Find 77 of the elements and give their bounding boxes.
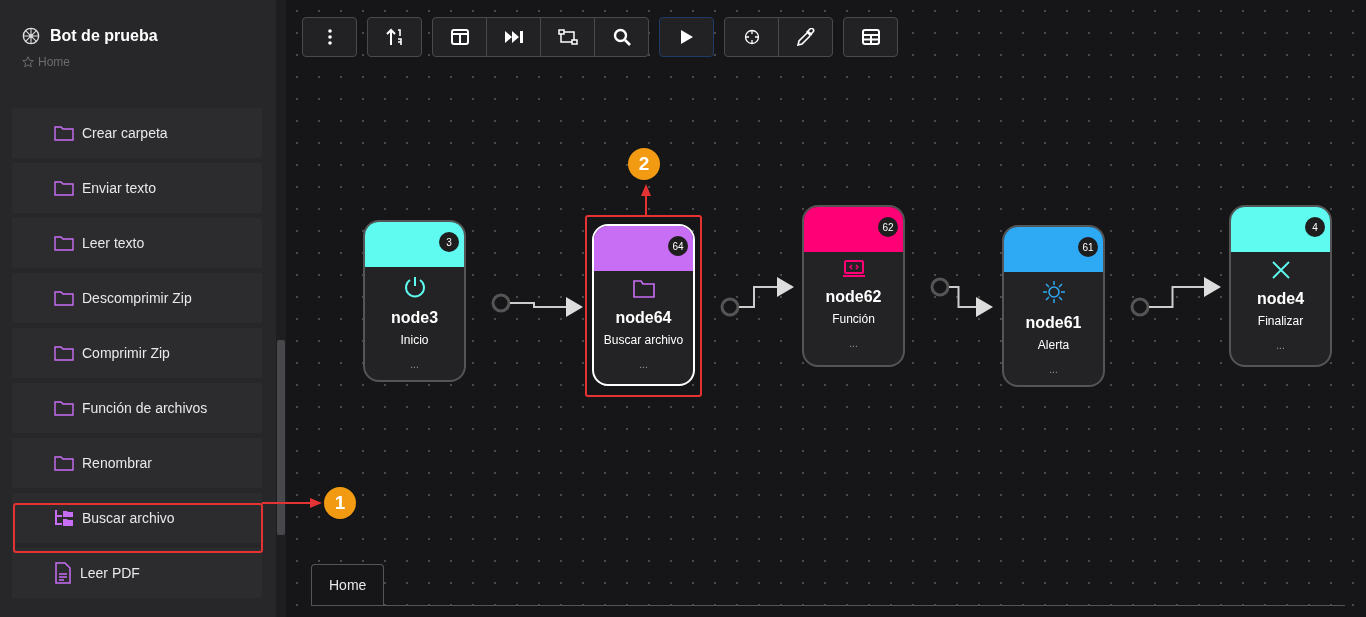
fast-forward-icon (503, 30, 524, 44)
crosshair-icon (743, 29, 760, 45)
node-name: node4 (1256, 290, 1305, 308)
more-icon (327, 29, 332, 45)
node-badge: 3 (439, 232, 459, 252)
annotation-arrow (641, 184, 651, 216)
node-label: Inicio (400, 333, 429, 347)
folder-icon (54, 290, 74, 306)
toolbar-button[interactable] (594, 17, 649, 57)
folder-tree-icon (54, 509, 74, 527)
folder-icon (54, 455, 74, 471)
columns-icon (450, 29, 469, 45)
sidebar-item[interactable]: Función de archivos (12, 383, 262, 433)
step-number: 2 (628, 148, 660, 180)
node-more: ... (1276, 340, 1285, 351)
toolbar-button[interactable] (486, 17, 541, 57)
folder-icon (54, 235, 74, 251)
node-badge: 64 (668, 236, 688, 256)
document-icon (54, 562, 72, 584)
node-name: node62 (825, 288, 882, 306)
toolbar-button[interactable] (659, 17, 714, 57)
node-badge: 4 (1305, 217, 1325, 237)
folder-icon (54, 180, 74, 196)
power-icon (402, 275, 427, 299)
table-icon (861, 29, 880, 45)
folder-icon (54, 345, 74, 361)
flow-node[interactable]: 3 node3 Inicio ... (363, 220, 466, 382)
star-icon (22, 56, 34, 68)
node-name: node64 (615, 309, 672, 327)
flow-node[interactable]: 62 node62 Función ... (802, 205, 905, 367)
search-icon (612, 28, 631, 46)
flow-node[interactable]: 64 node64 Buscar archivo ... (592, 224, 695, 386)
node-badge: 61 (1078, 237, 1098, 257)
node-badge: 62 (878, 217, 898, 237)
sidebar-item[interactable]: Leer texto (12, 218, 262, 268)
scrollbar-thumb[interactable] (277, 340, 285, 535)
tab[interactable]: Home (311, 564, 385, 605)
sidebar-item[interactable]: Buscar archivo (12, 493, 262, 543)
sidebar-item[interactable]: Comprimir Zip (12, 328, 262, 378)
sidebar-item[interactable]: Leer PDF (12, 548, 262, 598)
sort-icon (385, 28, 404, 46)
toolbar-button[interactable] (778, 17, 833, 57)
folder-icon (631, 279, 656, 299)
toolbar-button[interactable] (367, 17, 422, 57)
node-more: ... (1049, 364, 1058, 375)
node-label: Alerta (1037, 338, 1070, 352)
step-number: 1 (324, 487, 356, 519)
eyedropper-icon (796, 28, 815, 46)
node-label: Función (832, 312, 875, 326)
annotation-arrow (261, 498, 322, 508)
flow-node[interactable]: 4 node4 Finalizar ... (1229, 205, 1332, 367)
connector-arrow (930, 277, 993, 317)
flow-node[interactable]: 61 node61 Alerta ... (1002, 225, 1105, 387)
toolbar-button[interactable] (724, 17, 779, 57)
sidebar-item[interactable]: Descomprimir Zip (12, 273, 262, 323)
toolbar-button[interactable] (432, 17, 487, 57)
node-label: Buscar archivo (603, 333, 684, 347)
play-icon (679, 29, 694, 45)
toolbar-button[interactable] (843, 17, 898, 57)
node-label: Finalizar (1257, 314, 1304, 328)
folder-icon (54, 400, 74, 416)
app-title: Bot de prueba (50, 27, 158, 45)
folder-icon (54, 125, 74, 141)
node-more: ... (639, 359, 648, 370)
connected-squares-icon (557, 29, 578, 45)
sidebar-item[interactable]: Enviar texto (12, 163, 262, 213)
laptop-code-icon (841, 260, 866, 278)
wheel-icon (22, 27, 40, 45)
toolbar-button[interactable] (540, 17, 595, 57)
close-icon (1270, 260, 1291, 280)
node-name: node3 (390, 309, 439, 327)
sidebar-item[interactable]: Crear carpeta (12, 108, 262, 158)
node-more: ... (410, 359, 419, 370)
sun-icon (1041, 280, 1066, 304)
node-name: node61 (1025, 314, 1082, 332)
sidebar-item[interactable]: Renombrar (12, 438, 262, 488)
node-more: ... (849, 338, 858, 349)
